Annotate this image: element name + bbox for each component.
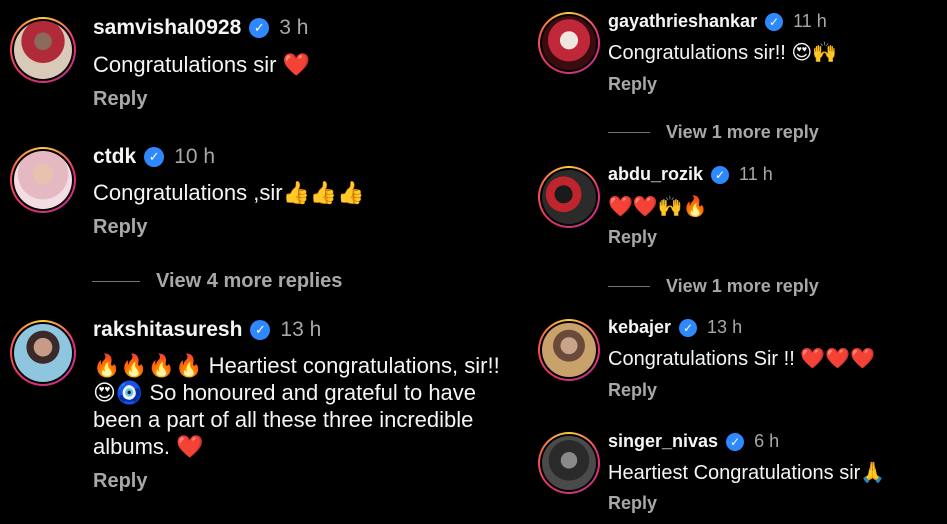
avatar[interactable] <box>10 147 76 213</box>
reply-button[interactable]: Reply <box>608 493 657 514</box>
verified-badge-icon: ✓ <box>711 165 730 184</box>
reply-button[interactable]: Reply <box>608 380 657 401</box>
verified-badge-icon: ✓ <box>765 12 784 31</box>
username[interactable]: samvishal0928 <box>93 16 241 40</box>
view-more-replies-button[interactable]: View 1 more reply <box>608 276 819 297</box>
username[interactable]: abdu_rozik <box>608 164 703 185</box>
username[interactable]: ctdk <box>93 145 136 169</box>
comment-text: ❤️❤️🙌🔥 <box>608 196 708 218</box>
reply-button[interactable]: Reply <box>93 470 147 493</box>
reply-button[interactable]: Reply <box>93 88 147 111</box>
avatar-image <box>14 151 72 209</box>
comment-time: 11 h <box>793 11 827 31</box>
view-more-label: View 4 more replies <box>156 270 343 292</box>
divider-line <box>608 132 650 133</box>
comment-text: Heartiest Congratulations sir🙏 <box>608 462 886 484</box>
comment-time: 3 h <box>279 16 309 39</box>
divider-line <box>92 281 140 282</box>
avatar[interactable] <box>538 432 600 494</box>
reply-button[interactable]: Reply <box>608 74 657 95</box>
avatar-image <box>542 323 596 377</box>
avatar[interactable] <box>538 319 600 381</box>
verified-badge-icon: ✓ <box>679 318 698 337</box>
username[interactable]: singer_nivas <box>608 431 718 452</box>
comment-text: Congratulations sir ❤️ <box>93 52 310 77</box>
comment-time: 6 h <box>754 431 780 451</box>
comment-text: 🔥🔥🔥🔥 Heartiest congratulations, sir!! 😍🧿… <box>93 353 500 459</box>
username[interactable]: gayathrieshankar <box>608 11 757 32</box>
avatar[interactable] <box>538 12 600 74</box>
avatar-image <box>14 324 72 382</box>
comment-time: 13 h <box>280 318 322 341</box>
avatar-image <box>542 436 596 490</box>
avatar[interactable] <box>10 17 76 83</box>
view-more-replies-button[interactable]: View 4 more replies <box>92 270 342 293</box>
reply-button[interactable]: Reply <box>93 216 147 239</box>
verified-badge-icon: ✓ <box>726 432 745 451</box>
divider-line <box>608 286 650 287</box>
avatar-image <box>14 21 72 79</box>
view-more-label: View 1 more reply <box>666 276 819 296</box>
avatar-image <box>542 16 596 70</box>
verified-badge-icon: ✓ <box>249 18 270 38</box>
reply-button[interactable]: Reply <box>608 227 657 248</box>
avatar-image <box>542 170 596 224</box>
comment-text: Congratulations ,sir👍👍👍 <box>93 180 365 205</box>
verified-badge-icon: ✓ <box>250 320 271 340</box>
username[interactable]: kebajer <box>608 317 671 338</box>
username[interactable]: rakshitasuresh <box>93 318 242 342</box>
comment-time: 10 h <box>174 145 216 168</box>
comment-time: 13 h <box>707 317 743 337</box>
avatar[interactable] <box>10 320 76 386</box>
verified-badge-icon: ✓ <box>144 147 165 167</box>
avatar[interactable] <box>538 166 600 228</box>
comment-text: Congratulations Sir !! ❤️❤️❤️ <box>608 348 876 370</box>
view-more-label: View 1 more reply <box>666 122 819 142</box>
comment-time: 11 h <box>739 164 773 184</box>
view-more-replies-button[interactable]: View 1 more reply <box>608 122 819 143</box>
comment-text: Congratulations sir!! 😍🙌 <box>608 42 838 64</box>
